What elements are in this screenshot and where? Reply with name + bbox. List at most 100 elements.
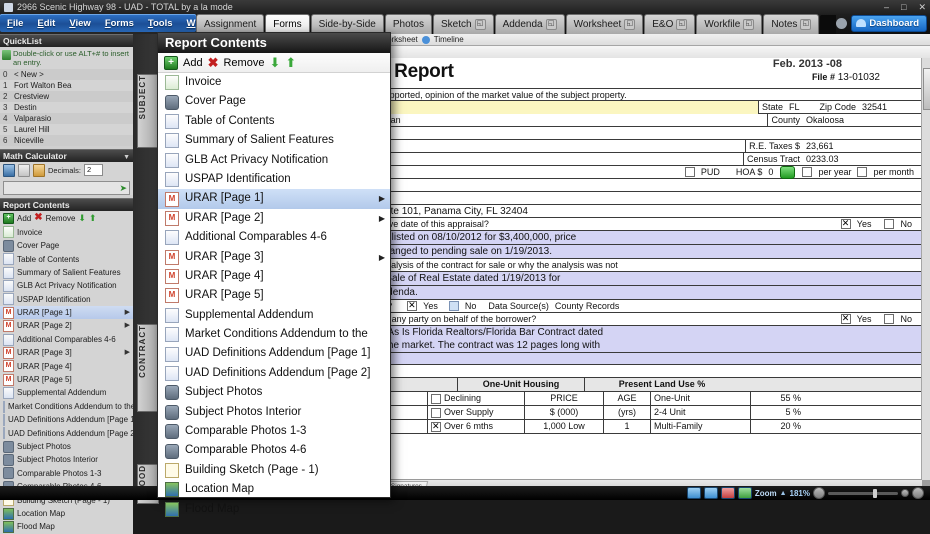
dialog-item[interactable]: Flood Map	[158, 500, 390, 519]
quicklist-item[interactable]: 2 Crestview	[0, 90, 133, 102]
tab-notes[interactable]: Notes ◱	[763, 14, 820, 34]
dialog-item[interactable]: Subject Photos	[158, 383, 390, 402]
quicklist-item[interactable]: 1 Fort Walton Bea	[0, 80, 133, 91]
first-page-icon[interactable]	[720, 487, 735, 499]
minimize-button[interactable]: –	[884, 0, 889, 14]
window-controls[interactable]: – □ ✕	[884, 0, 926, 14]
report-contents-panel-item[interactable]: USPAP Identification	[0, 293, 133, 306]
dialog-remove-x-icon[interactable]: ✖	[208, 56, 219, 69]
move-down-icon[interactable]: ⬇	[78, 214, 86, 223]
zoom-in-button[interactable]	[912, 487, 924, 499]
report-contents-panel-header[interactable]: Report Contents	[0, 197, 133, 211]
dialog-remove-label[interactable]: Remove	[223, 57, 264, 69]
menu-bar[interactable]: FileEditViewFormsToolsWindowHelp	[0, 14, 257, 32]
timeline-subtab[interactable]: Timeline	[434, 35, 464, 44]
quicklist-item[interactable]: 5 Laurel Hill	[0, 124, 133, 135]
dialog-item[interactable]: Subject Photos Interior	[158, 403, 390, 422]
menu-item-tools[interactable]: Tools	[141, 18, 180, 29]
tab-assignment[interactable]: Assignment	[196, 14, 265, 34]
add-icon[interactable]: +	[3, 212, 14, 224]
dialog-item[interactable]: USPAP Identification	[158, 170, 390, 189]
report-contents-panel-item[interactable]: Additional Comparables 4-6	[0, 333, 133, 346]
close-button[interactable]: ✕	[918, 0, 926, 14]
marketing-time-opt3-option[interactable]: Over 6 mths	[428, 420, 525, 433]
pud-checkbox[interactable]	[684, 167, 695, 177]
pin-icon[interactable]: ◱	[743, 19, 755, 30]
property-values-opt3-checkbox[interactable]	[431, 393, 441, 404]
re-taxes-input[interactable]: 23,661	[803, 141, 921, 151]
dialog-item[interactable]: Summary of Salient Features	[158, 131, 390, 150]
math-calculator-input[interactable]: ➤	[3, 180, 130, 195]
submenu-arrow-icon[interactable]: ▶	[379, 248, 385, 267]
dialog-move-up-icon[interactable]: ⬆	[285, 56, 296, 69]
per-month-checkbox[interactable]	[857, 167, 868, 177]
last-page-icon[interactable]	[737, 487, 752, 499]
dialog-item[interactable]: Comparable Photos 1-3	[158, 422, 390, 441]
copy-icon[interactable]	[18, 163, 30, 177]
user-avatar-icon[interactable]	[836, 17, 848, 29]
move-up-icon[interactable]: ⬆	[89, 214, 97, 223]
concessions-yes-checkbox[interactable]	[840, 313, 851, 324]
report-contents-panel-item[interactable]: M URAR [Page 3] ▶	[0, 346, 133, 359]
dialog-item[interactable]: Cover Page	[158, 92, 390, 111]
report-contents-panel-item[interactable]: Market Conditions Addendum to the	[0, 400, 135, 413]
dialog-item[interactable]: Additional Comparables 4-6	[158, 228, 390, 247]
remove-x-icon[interactable]: ✖	[34, 213, 42, 223]
tab-e-o[interactable]: E&O ◱	[644, 14, 696, 34]
report-contents-panel-item[interactable]: GLB Act Privacy Notification	[0, 279, 133, 292]
two-page-view-icon[interactable]	[703, 487, 718, 499]
report-contents-panel-item[interactable]: Summary of Salient Features	[0, 266, 133, 279]
pin-icon[interactable]: ◱	[624, 19, 636, 30]
map-reference-input[interactable]: 18880	[360, 154, 743, 164]
dialog-item[interactable]: M URAR [Page 3] ▶	[158, 248, 390, 267]
pin-icon[interactable]: ◱	[676, 19, 688, 30]
submenu-arrow-icon[interactable]: ▶	[379, 209, 385, 228]
pin-icon[interactable]: ◱	[800, 19, 812, 30]
chevron-down-icon[interactable]: ▼	[123, 152, 130, 164]
menu-item-file[interactable]: File	[0, 18, 30, 29]
section-tab-contract[interactable]: CONTRACT	[137, 324, 159, 412]
calculate-arrow-icon[interactable]: ➤	[119, 183, 127, 193]
report-contents-panel-item[interactable]: M URAR [Page 2] ▶	[0, 319, 133, 333]
report-contents-panel-toolbar[interactable]: + Add ✖ Remove ⬇ ⬆	[0, 211, 133, 226]
submenu-arrow-icon[interactable]: ▶	[125, 319, 130, 332]
dialog-add-label[interactable]: Add	[183, 57, 203, 69]
tab-addenda[interactable]: Addenda ◱	[494, 14, 565, 34]
tax-year-input[interactable]: 2012	[333, 141, 746, 151]
tab-forms[interactable]: Forms	[265, 14, 310, 34]
hoa-input[interactable]: 0	[765, 167, 776, 177]
decimals-stepper[interactable]: 2	[83, 164, 103, 177]
report-contents-dialog[interactable]: Report Contents + Add ✖ Remove ⬇ ⬆ Invoi…	[157, 32, 391, 517]
form-vertical-scrollbar[interactable]	[921, 58, 930, 480]
demand-supply-opt3-checkbox[interactable]	[431, 407, 441, 418]
quicklist-entries[interactable]: 0 < New > 1 Fort Walton Bea 2 Crestview 3 Desti…	[0, 68, 133, 146]
quicklist-item[interactable]: 6 Niceville	[0, 134, 133, 146]
report-contents-panel-item[interactable]: Subject Photos Interior	[0, 453, 133, 467]
report-contents-panel-item[interactable]: Cover Page	[0, 239, 133, 252]
tab-sketch[interactable]: Sketch ◱	[433, 14, 494, 34]
main-tab-bar[interactable]: Assignment Forms Side-by-Side Photos Sketch ◱…	[196, 14, 930, 34]
zoom-chevron-icon[interactable]: ▲	[780, 490, 787, 497]
dialog-item[interactable]: Comparable Photos 4-6	[158, 441, 390, 460]
submenu-arrow-icon[interactable]: ▶	[379, 189, 385, 208]
report-contents-panel-item[interactable]: M URAR [Page 1] ▶	[0, 306, 133, 320]
offered-yes-checkbox[interactable]	[840, 218, 851, 229]
quicklist-item[interactable]: 0 < New >	[0, 68, 133, 80]
menu-item-view[interactable]: View	[62, 18, 97, 29]
dialog-item[interactable]: GLB Act Privacy Notification	[158, 151, 390, 170]
marketing-time-opt3-checkbox[interactable]	[431, 421, 441, 432]
state-input[interactable]: FL	[786, 102, 803, 112]
zip-input[interactable]: 32541	[859, 102, 921, 112]
per-year-checkbox[interactable]	[802, 167, 813, 177]
report-contents-panel-item[interactable]: M URAR [Page 4]	[0, 360, 133, 373]
dialog-item-list[interactable]: Invoice Cover Page Table of Contents Summar…	[158, 73, 390, 519]
property-values-opt3-option[interactable]: Declining	[428, 392, 525, 405]
comment-bubble-icon[interactable]	[780, 165, 796, 179]
calculator-icon[interactable]	[3, 163, 15, 177]
concessions-no-checkbox[interactable]	[884, 314, 895, 324]
report-contents-panel-item[interactable]: Supplemental Addendum	[0, 386, 133, 400]
submenu-arrow-icon[interactable]: ▶	[125, 346, 130, 359]
dialog-item[interactable]: M URAR [Page 5]	[158, 286, 390, 305]
report-contents-panel-item[interactable]: Comparable Photos 1-3	[0, 467, 133, 480]
dialog-item[interactable]: Invoice	[158, 73, 390, 92]
